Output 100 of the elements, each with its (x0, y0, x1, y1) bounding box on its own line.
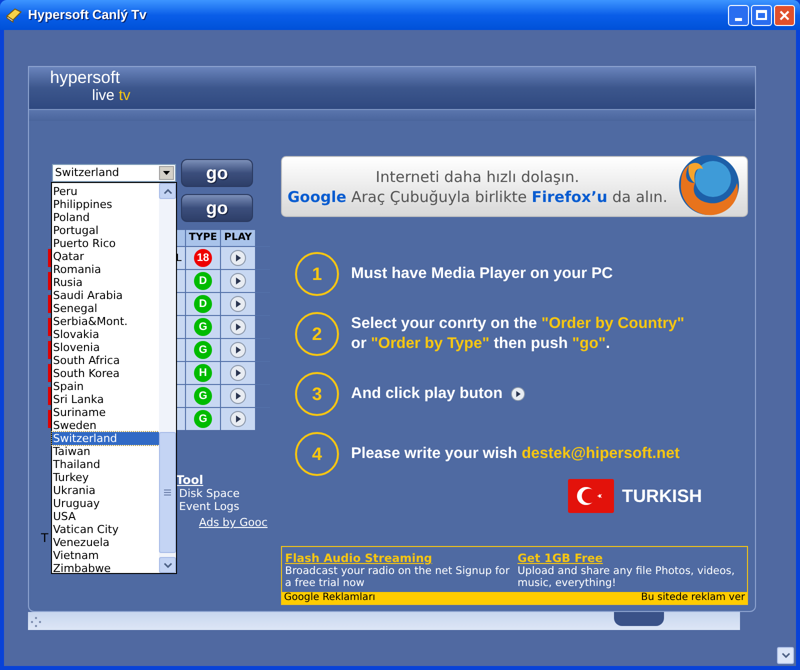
maximize-icon (756, 10, 767, 20)
country-option[interactable]: Turkey (52, 471, 159, 484)
row-marker (48, 249, 51, 267)
panel-tab[interactable] (614, 612, 664, 626)
ads-link[interactable]: Ads by Gooc (199, 516, 270, 529)
country-option[interactable]: Taiwan (52, 445, 159, 458)
type-badge: G (194, 341, 212, 359)
play-icon[interactable] (230, 411, 246, 427)
country-option[interactable]: Switzerland (52, 432, 159, 445)
country-option[interactable]: Puerto Rico (52, 237, 159, 250)
step-number: 2 (295, 312, 339, 356)
play-icon[interactable] (230, 342, 246, 358)
country-option[interactable]: Philippines (52, 198, 159, 211)
menu-text: Disk Space (179, 487, 241, 500)
resize-grip-icon (31, 617, 41, 627)
step-instruction: And click play buton (351, 384, 503, 404)
minimize-button[interactable] (728, 4, 749, 26)
grip-icon (164, 489, 171, 496)
country-select[interactable]: Switzerland (52, 164, 176, 182)
chevron-down-icon (164, 562, 172, 568)
country-option[interactable]: Rusia (52, 276, 159, 289)
country-option[interactable]: South Korea (52, 367, 159, 380)
close-icon (779, 10, 790, 20)
type-badge: G (194, 410, 212, 428)
country-option[interactable]: Suriname (52, 406, 159, 419)
step-instruction: Select your conrty on the "Order by Country" or "Order by Type" then push "go". (351, 314, 684, 354)
country-option[interactable]: Venezuela (52, 536, 159, 549)
country-option[interactable]: Sri Lanka (52, 393, 159, 406)
step-instruction: Please write your wish destek@hipersoft.net (351, 444, 680, 464)
ad-description: Broadcast your radio on the net Signup for a free trial now (285, 565, 511, 589)
row-marker (48, 410, 51, 428)
country-option[interactable]: Slovakia (52, 328, 159, 341)
play-icon[interactable] (230, 296, 246, 312)
row-marker (48, 364, 51, 382)
advertise-link[interactable]: Bu sitede reklam ver (641, 592, 745, 604)
menu-text: Event Logs (179, 500, 240, 513)
scroll-up-button[interactable] (159, 183, 176, 199)
column-header: TYPE (186, 230, 221, 246)
country-option[interactable]: Portugal (52, 224, 159, 237)
go-button[interactable]: go (181, 194, 253, 222)
country-option[interactable]: Poland (52, 211, 159, 224)
minimize-icon (735, 18, 742, 20)
country-option[interactable]: Saudi Arabia (52, 289, 159, 302)
country-option[interactable]: Slovenia (52, 341, 159, 354)
row-marker (48, 387, 51, 405)
play-icon[interactable] (230, 365, 246, 381)
maximize-button[interactable] (751, 4, 772, 26)
type-badge: G (194, 318, 212, 336)
country-option[interactable]: Qatar (52, 250, 159, 263)
scroll-down-button[interactable] (777, 647, 794, 664)
country-option[interactable]: Peru (52, 185, 159, 198)
country-option[interactable]: Senegal (52, 302, 159, 315)
scroll-thumb[interactable] (159, 432, 176, 553)
play-icon[interactable] (510, 387, 525, 401)
banner-text: Interneti daha hızlı dolaşın. Google Araç Çubuğuyla birlikte Firefox’u da alın. (286, 166, 669, 206)
flag-icon (568, 479, 614, 513)
type-badge: G (194, 387, 212, 405)
type-badge: D (194, 295, 212, 313)
browser-banner[interactable]: Interneti daha hızlı dolaşın. Google Araç Çubuğuyla birlikte Firefox’u da alın. (281, 156, 748, 217)
window-title: Hypersoft Canlý Tv (28, 6, 146, 24)
chevron-up-icon (164, 188, 172, 194)
row-marker (48, 318, 51, 336)
logo-text: hypersoft (50, 69, 121, 87)
table-cell: L (176, 247, 186, 269)
book-icon (5, 7, 23, 23)
type-badge: 18 (194, 249, 212, 267)
partial-text: T (41, 531, 48, 545)
country-option[interactable]: Zimbabwe (52, 562, 159, 575)
step-instruction: Must have Media Player on your PC (351, 264, 613, 284)
logo-subtitle: live tv (92, 87, 132, 104)
chevron-down-icon (782, 653, 790, 658)
type-badge: D (194, 272, 212, 290)
country-option[interactable]: South Africa (52, 354, 159, 367)
country-option[interactable]: Uruguay (52, 497, 159, 510)
close-button[interactable] (774, 4, 795, 26)
step-number: 4 (295, 432, 339, 476)
country-option[interactable]: Spain (52, 380, 159, 393)
country-option[interactable]: Vietnam (52, 549, 159, 562)
column-header: PLAY (221, 230, 255, 246)
go-button[interactable]: go (181, 159, 253, 187)
row-marker (48, 272, 51, 290)
row-marker (48, 295, 51, 313)
country-option[interactable]: Vatican City (52, 523, 159, 536)
ads-by-link[interactable]: Google Reklamları (284, 592, 376, 604)
play-icon[interactable] (230, 319, 246, 335)
country-option[interactable]: Romania (52, 263, 159, 276)
country-option[interactable]: Serbia&Mont. (52, 315, 159, 328)
country-option[interactable]: Thailand (52, 458, 159, 471)
play-icon[interactable] (230, 388, 246, 404)
country-option[interactable]: Ukrania (52, 484, 159, 497)
language-button[interactable]: TURKISH (568, 479, 705, 513)
step-number: 3 (295, 372, 339, 416)
scroll-down-button[interactable] (159, 557, 176, 573)
country-option[interactable]: USA (52, 510, 159, 523)
country-option[interactable]: Sweden (52, 419, 159, 432)
play-icon[interactable] (230, 250, 246, 266)
type-badge: H (194, 364, 212, 382)
row-marker (48, 341, 51, 359)
play-icon[interactable] (230, 273, 246, 289)
tool-link[interactable]: Tool (176, 474, 270, 487)
